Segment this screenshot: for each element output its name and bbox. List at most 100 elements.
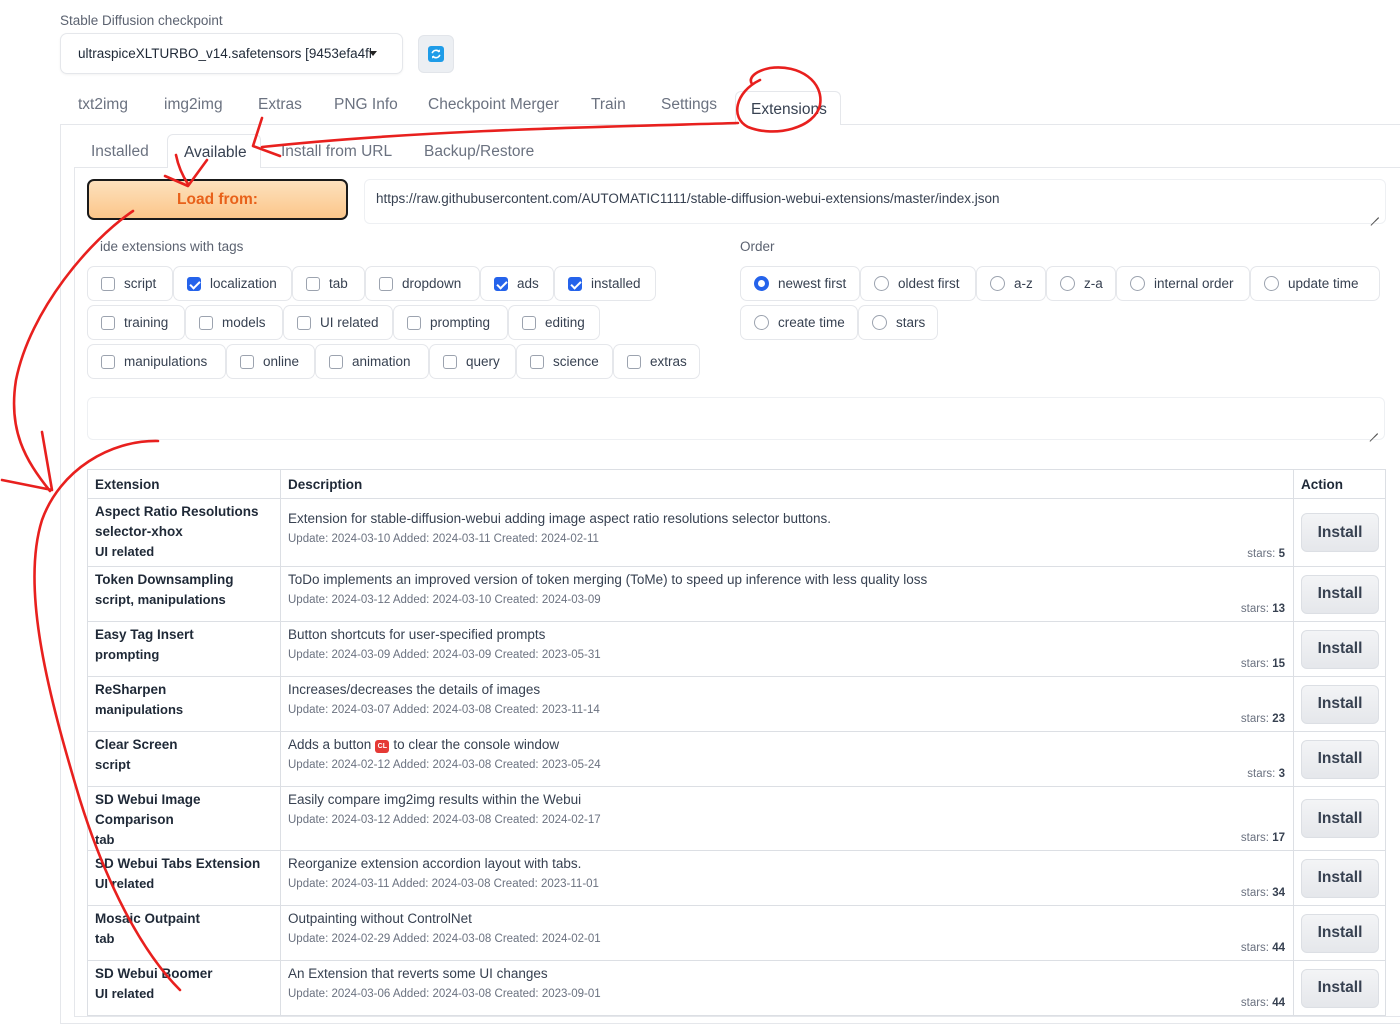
subtab-install-from-url[interactable]: Install from URL (281, 143, 392, 161)
checkbox-icon[interactable] (522, 315, 536, 330)
install-button[interactable]: Install (1301, 684, 1379, 724)
order-radio-stars[interactable]: stars (858, 305, 938, 340)
tag-checkbox-extras[interactable]: extras (613, 344, 700, 379)
order-radio-internal-order[interactable]: internal order (1116, 266, 1250, 301)
extension-name[interactable]: SD Webui Boomer (95, 961, 273, 984)
checkbox-checked-icon[interactable] (568, 276, 582, 291)
radio-icon[interactable] (1060, 276, 1075, 291)
tag-checkbox-editing[interactable]: editing (508, 305, 600, 340)
install-button[interactable]: Install (1301, 913, 1379, 953)
extension-name[interactable]: SD Webui Image Comparison (95, 787, 273, 830)
extension-name[interactable]: Clear Screen (95, 732, 273, 755)
install-button[interactable]: Install (1301, 574, 1379, 614)
tag-checkbox-dropdown[interactable]: dropdown (365, 266, 480, 301)
extension-name[interactable]: Mosaic Outpaint (95, 906, 273, 929)
extension-tags: manipulations (95, 702, 184, 717)
extension-stars: stars: 17 (1240, 832, 1285, 844)
table-row: Aspect Ratio Resolutions selector-xhox UI… (87, 498, 1386, 567)
extension-search-input[interactable] (87, 397, 1385, 440)
table-row: SD Webui Boomer UI related An Extension t… (87, 960, 1386, 1016)
radio-selected-icon[interactable] (754, 276, 769, 291)
extension-stars: stars: 15 (1240, 658, 1285, 670)
tag-checkbox-online[interactable]: online (226, 344, 315, 379)
extension-name[interactable]: Token Downsampling (95, 567, 273, 590)
refresh-checkpoints-button[interactable] (418, 35, 454, 73)
checkpoint-dropdown[interactable]: ultraspiceXLTURBO_v14.safetensors [9453e… (60, 33, 403, 74)
tab-checkpoint-merger[interactable]: Checkpoint Merger (428, 96, 559, 114)
install-button[interactable]: Install (1301, 968, 1379, 1008)
extension-stars: stars: 3 (1247, 768, 1285, 780)
checkbox-icon[interactable] (101, 276, 115, 291)
radio-icon[interactable] (872, 315, 887, 330)
tab-settings[interactable]: Settings (661, 96, 717, 114)
extension-tags: UI related (95, 876, 155, 891)
order-radio-z-a[interactable]: z-a (1046, 266, 1116, 301)
checkbox-icon[interactable] (443, 354, 457, 369)
extension-name[interactable]: ReSharpen (95, 677, 273, 700)
index-url-value: https://raw.githubusercontent.com/AUTOMA… (376, 191, 1000, 206)
tag-checkbox-ads[interactable]: ads (480, 266, 554, 301)
order-radio-a-z[interactable]: a-z (976, 266, 1046, 301)
tag-checkbox-science[interactable]: science (516, 344, 613, 379)
checkbox-icon[interactable] (240, 354, 254, 369)
checkbox-icon[interactable] (101, 354, 115, 369)
tag-checkbox-script[interactable]: script (87, 266, 173, 301)
radio-icon[interactable] (874, 276, 889, 291)
install-button[interactable]: Install (1301, 739, 1379, 779)
tag-checkbox-tab[interactable]: tab (292, 266, 365, 301)
resize-handle-icon[interactable] (1370, 426, 1378, 434)
tab-train[interactable]: Train (591, 96, 626, 114)
checkbox-checked-icon[interactable] (494, 276, 508, 291)
tag-checkbox-query[interactable]: query (429, 344, 516, 379)
checkbox-icon[interactable] (379, 276, 393, 291)
checkbox-icon[interactable] (306, 276, 320, 291)
radio-icon[interactable] (754, 315, 769, 330)
install-button[interactable]: Install (1301, 799, 1379, 838)
tag-checkbox-animation[interactable]: animation (315, 344, 429, 379)
extension-name[interactable]: Aspect Ratio Resolutions selector-xhox (95, 499, 273, 542)
checkbox-icon[interactable] (297, 315, 311, 330)
checkbox-checked-icon[interactable] (187, 276, 201, 291)
extension-description: Extension for stable-diffusion-webui add… (288, 511, 832, 526)
extension-description: Adds a button CL to clear the console wind… (288, 737, 560, 753)
tag-checkbox-prompting[interactable]: prompting (393, 305, 508, 340)
tab-png-info[interactable]: PNG Info (334, 96, 398, 114)
tag-checkbox-localization[interactable]: localization (173, 266, 292, 301)
resize-handle-icon[interactable] (1371, 210, 1379, 218)
radio-icon[interactable] (990, 276, 1005, 291)
subtab-backup-restore[interactable]: Backup/Restore (424, 143, 534, 161)
tab-txt2img[interactable]: txt2img (78, 96, 128, 114)
tag-checkbox-ui-related[interactable]: UI related (283, 305, 393, 340)
load-from-button[interactable]: Load from: (87, 179, 348, 220)
checkbox-icon[interactable] (329, 354, 343, 369)
index-url-input[interactable]: https://raw.githubusercontent.com/AUTOMA… (364, 179, 1386, 224)
tag-checkbox-installed[interactable]: installed (554, 266, 656, 301)
install-button[interactable]: Install (1301, 513, 1379, 552)
order-radio-create-time[interactable]: create time (740, 305, 858, 340)
order-radio-update-time[interactable]: update time (1250, 266, 1380, 301)
extension-name[interactable]: Easy Tag Insert (95, 622, 273, 645)
tab-extensions[interactable]: Extensions (735, 91, 841, 125)
order-radio-oldest-first[interactable]: oldest first (860, 266, 976, 301)
tag-checkbox-manipulations[interactable]: manipulations (87, 344, 226, 379)
checkbox-icon[interactable] (101, 315, 115, 330)
checkbox-icon[interactable] (530, 354, 544, 369)
tag-checkbox-models[interactable]: models (185, 305, 283, 340)
checkbox-icon[interactable] (407, 315, 421, 330)
checkbox-icon[interactable] (627, 354, 641, 369)
extension-name[interactable]: SD Webui Tabs Extension (95, 851, 273, 874)
tag-checkbox-training[interactable]: training (87, 305, 185, 340)
radio-icon[interactable] (1130, 276, 1145, 291)
subtab-installed[interactable]: Installed (91, 143, 149, 161)
tab-img2img[interactable]: img2img (164, 96, 223, 114)
install-button[interactable]: Install (1301, 858, 1379, 898)
install-button[interactable]: Install (1301, 629, 1379, 669)
subtab-available[interactable]: Available (167, 134, 261, 168)
radio-icon[interactable] (1264, 276, 1279, 291)
extension-description: Button shortcuts for user-specified prom… (288, 627, 546, 642)
checkbox-icon[interactable] (199, 315, 213, 330)
extension-dates: Update: 2024-02-29 Added: 2024-03-08 Cre… (288, 933, 601, 945)
tab-extras[interactable]: Extras (258, 96, 302, 114)
table-row: ReSharpen manipulations Increases/decreas… (87, 676, 1386, 732)
order-radio-newest-first[interactable]: newest first (740, 266, 860, 301)
